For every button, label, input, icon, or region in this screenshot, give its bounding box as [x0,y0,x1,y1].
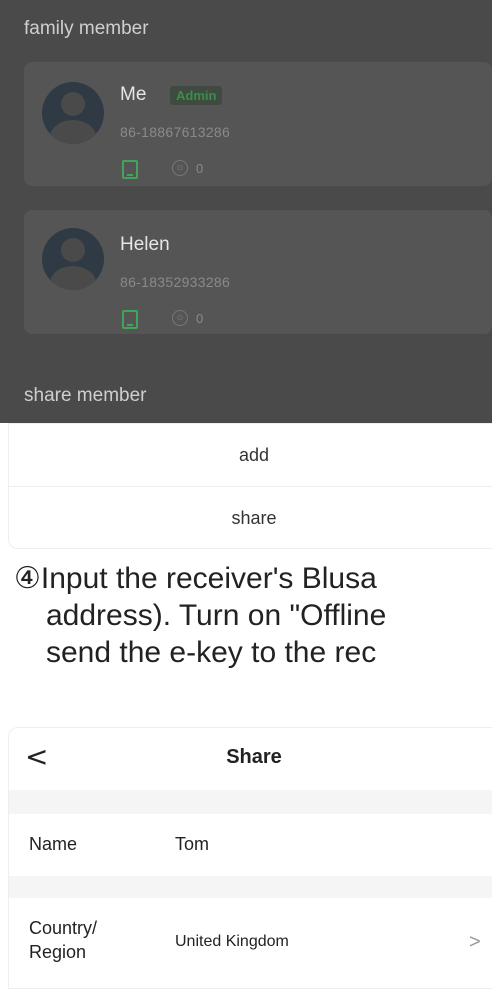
country-value: United Kingdom [175,933,289,950]
key-icon: ⊙ [172,160,188,176]
country-row[interactable]: Country/ Region United Kingdom > [9,898,492,988]
nav-bar: < Share [9,728,492,790]
family-member-heading: family member [24,18,149,39]
key-count: 0 [196,161,204,176]
member-phone: 86-18352933286 [120,274,231,290]
share-screen: < Share Name Tom Country/ Region United … [8,727,492,989]
country-label-line-2: Region [29,942,87,962]
avatar [42,228,104,290]
device-icon [122,310,138,329]
member-card-helen[interactable]: Helen 86-18352933286 ⊙ 0 [24,210,492,334]
instruction-line-1: ④Input the receiver's Blusa [14,562,377,595]
add-button[interactable]: add [9,424,492,486]
name-label: Name [29,834,78,854]
instruction-line-2: address). Turn on "Offline [46,599,387,632]
member-name: Helen [120,234,170,255]
page-title: Share [226,746,282,768]
share-button[interactable]: share [9,487,492,549]
key-icon: ⊙ [172,310,188,326]
member-name: Me [120,84,147,105]
avatar [42,82,104,144]
share-member-heading: share member [24,385,147,406]
instruction-text: ④Input the receiver's Blusa address). Tu… [14,560,492,671]
key-count: 0 [196,311,204,326]
dim-overlay[interactable]: family member Me Admin 86-18867613286 ⊙ … [0,0,492,423]
chevron-right-icon: > [469,931,481,953]
member-card-me[interactable]: Me Admin 86-18867613286 ⊙ 0 [24,62,492,186]
device-icon [122,160,138,179]
family-screen: family member Me Admin 86-18867613286 ⊙ … [0,0,492,550]
country-label: Country/ Region [29,916,97,964]
country-label-line-1: Country/ [29,918,98,938]
admin-badge: Admin [170,86,223,105]
name-value[interactable]: Tom [175,834,209,855]
action-sheet: add share [8,423,492,549]
instruction-line-3: send the e-key to the rec [46,636,377,669]
name-row[interactable]: Name Tom [9,814,492,876]
member-phone: 86-18867613286 [120,124,231,140]
